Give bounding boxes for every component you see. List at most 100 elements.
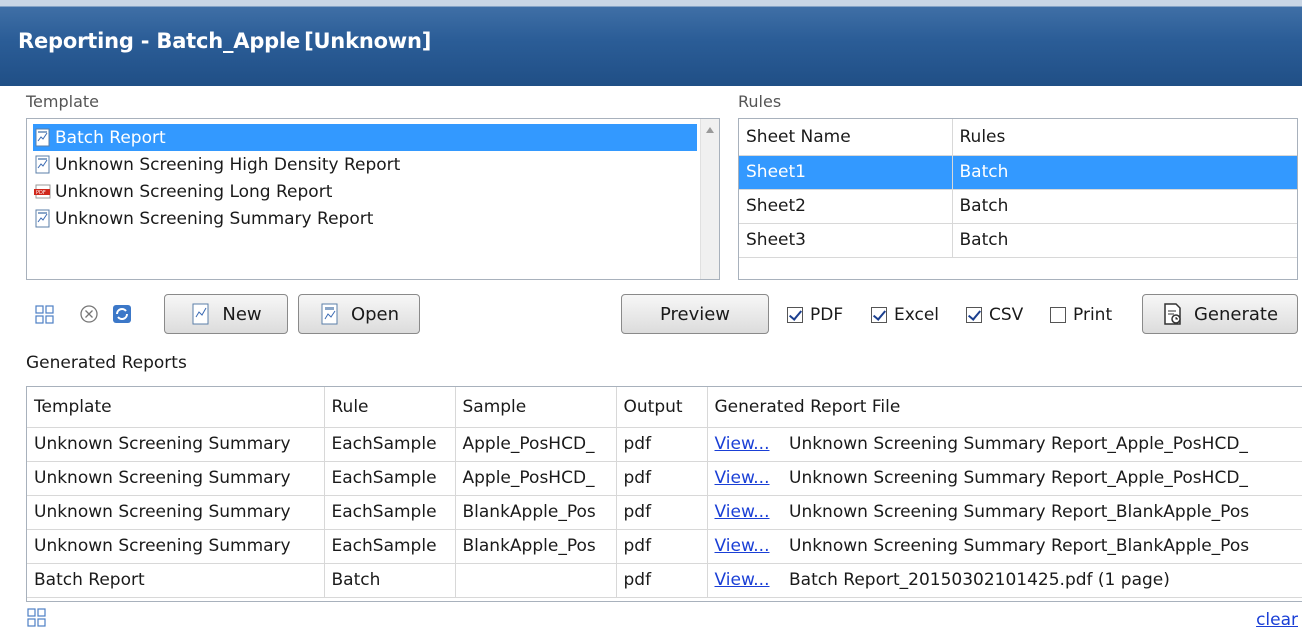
open-button[interactable]: Open	[298, 294, 420, 334]
view-cell: View...	[707, 461, 782, 496]
column-header-output[interactable]: Output	[616, 387, 708, 428]
svg-text:PDF: PDF	[36, 190, 46, 196]
output-cell[interactable]: pdf	[616, 563, 708, 598]
column-header-template[interactable]: Template	[27, 387, 325, 428]
generate-button[interactable]: Generate	[1142, 294, 1298, 334]
new-button-label: New	[222, 303, 262, 325]
output-cell[interactable]: pdf	[616, 529, 708, 564]
sheet-name-cell[interactable]: Sheet1	[739, 155, 953, 190]
template-cell[interactable]: Unknown Screening Summary	[27, 427, 325, 462]
csv-checkbox[interactable]: CSV	[966, 305, 1023, 325]
rule-cell[interactable]: EachSample	[324, 461, 456, 496]
open-button-label: Open	[350, 303, 400, 325]
sample-cell[interactable]	[455, 563, 617, 598]
template-cell[interactable]: Unknown Screening Summary	[27, 461, 325, 496]
report-doc-icon	[33, 155, 52, 174]
rule-cell[interactable]: Batch	[952, 155, 1297, 190]
pdf-checkbox-box[interactable]	[787, 307, 803, 323]
grid-icon[interactable]	[34, 301, 56, 327]
csv-checkbox-box[interactable]	[966, 307, 982, 323]
table-row[interactable]: Unknown Screening Summary EachSample Bla…	[27, 529, 1302, 564]
window-subtitle: [Unknown]	[304, 29, 432, 53]
template-cell[interactable]: Batch Report	[27, 563, 325, 598]
view-cell: View...	[707, 427, 782, 462]
table-row[interactable]: Unknown Screening Summary EachSample App…	[27, 461, 1302, 496]
excel-checkbox-box[interactable]	[871, 307, 887, 323]
pdf-checkbox[interactable]: PDF	[787, 305, 843, 325]
window-title-text: Reporting - Batch_Apple	[18, 29, 301, 53]
rule-cell[interactable]: Batch	[952, 223, 1297, 258]
rules-label: Rules	[738, 92, 782, 111]
rules-row[interactable]: Sheet1 Batch	[739, 155, 1297, 190]
view-link[interactable]: View...	[715, 468, 770, 488]
template-scrollbar[interactable]	[700, 119, 719, 279]
table-row[interactable]: Unknown Screening Summary EachSample Bla…	[27, 495, 1302, 530]
column-header-sample[interactable]: Sample	[455, 387, 617, 428]
grid-icon[interactable]	[26, 604, 48, 630]
output-cell[interactable]: pdf	[616, 427, 708, 462]
generate-button-label: Generate	[1193, 303, 1279, 325]
rule-cell[interactable]: EachSample	[324, 495, 456, 530]
report-doc-icon	[33, 209, 52, 228]
view-link[interactable]: View...	[715, 570, 770, 590]
file-cell[interactable]: Batch Report_20150302101425.pdf (1 page)	[782, 563, 1302, 598]
rules-grid[interactable]: Sheet Name Rules Sheet1 Batch Sheet2 Bat…	[738, 118, 1298, 280]
file-cell[interactable]: Unknown Screening Summary Report_BlankAp…	[782, 495, 1302, 530]
view-link[interactable]: View...	[715, 536, 770, 556]
excel-checkbox[interactable]: Excel	[871, 305, 939, 325]
file-cell[interactable]: Unknown Screening Summary Report_Apple_P…	[782, 461, 1302, 496]
output-cell[interactable]: pdf	[616, 461, 708, 496]
rules-row[interactable]: Sheet3 Batch	[739, 223, 1297, 258]
sheet-name-cell[interactable]: Sheet3	[739, 223, 953, 258]
sample-cell[interactable]: Apple_PosHCD_	[455, 427, 617, 462]
table-row[interactable]: Unknown Screening Summary EachSample App…	[27, 427, 1302, 462]
sample-cell[interactable]: BlankApple_Pos	[455, 495, 617, 530]
csv-checkbox-label: CSV	[989, 305, 1024, 325]
template-cell[interactable]: Unknown Screening Summary	[27, 495, 325, 530]
template-item-summary-report[interactable]: Unknown Screening Summary Report	[33, 205, 373, 232]
print-checkbox-box[interactable]	[1050, 307, 1066, 323]
new-button[interactable]: New	[164, 294, 288, 334]
file-cell[interactable]: Unknown Screening Summary Report_BlankAp…	[782, 529, 1302, 564]
generated-reports-table: Template Rule Sample Output Generated Re…	[27, 387, 1302, 598]
view-cell: View...	[707, 495, 782, 530]
rules-row[interactable]: Sheet2 Batch	[739, 189, 1297, 224]
remove-icon[interactable]	[78, 301, 100, 327]
rule-cell[interactable]: EachSample	[324, 427, 456, 462]
generated-reports-label: Generated Reports	[26, 353, 187, 373]
template-label: Template	[26, 92, 100, 111]
clear-link[interactable]: clear	[1256, 610, 1298, 630]
template-item-label: Unknown Screening Long Report	[55, 181, 333, 202]
rule-cell[interactable]: Batch	[952, 189, 1297, 224]
template-list[interactable]: Batch Report Unknown Screening High Dens…	[26, 118, 720, 280]
sample-cell[interactable]: BlankApple_Pos	[455, 529, 617, 564]
template-item-high-density[interactable]: Unknown Screening High Density Report	[33, 151, 400, 178]
scroll-up-icon[interactable]	[706, 127, 714, 133]
column-header-rule[interactable]: Rule	[324, 387, 456, 428]
rule-cell[interactable]: Batch	[324, 563, 456, 598]
preview-button-label: Preview	[659, 303, 731, 325]
preview-button[interactable]: Preview	[621, 294, 769, 334]
output-cell[interactable]: pdf	[616, 495, 708, 530]
view-link[interactable]: View...	[715, 502, 770, 522]
sheet-name-cell[interactable]: Sheet2	[739, 189, 953, 224]
view-cell: View...	[707, 529, 782, 564]
template-cell[interactable]: Unknown Screening Summary	[27, 529, 325, 564]
template-item-batch-report[interactable]: Batch Report	[33, 124, 697, 151]
rule-cell[interactable]: EachSample	[324, 529, 456, 564]
view-link[interactable]: View...	[715, 434, 770, 454]
column-header-sheet-name[interactable]: Sheet Name	[739, 119, 953, 156]
sample-cell[interactable]: Apple_PosHCD_	[455, 461, 617, 496]
column-header-generated-report-file[interactable]: Generated Report File	[707, 387, 1302, 428]
print-checkbox[interactable]: Print	[1050, 305, 1112, 325]
view-cell: View...	[707, 563, 782, 598]
column-header-rules[interactable]: Rules	[952, 119, 1297, 156]
file-cell[interactable]: Unknown Screening Summary Report_Apple_P…	[782, 427, 1302, 462]
template-item-label: Unknown Screening High Density Report	[55, 154, 401, 175]
table-row[interactable]: Batch Report Batch pdf View... Batch Rep…	[27, 563, 1302, 598]
pdf-icon: PDF	[33, 182, 52, 201]
refresh-icon[interactable]	[111, 301, 133, 327]
generated-reports-grid[interactable]: Template Rule Sample Output Generated Re…	[26, 386, 1302, 602]
window-title: Reporting - Batch_Apple [Unknown]	[18, 29, 431, 53]
template-item-long-report[interactable]: PDF Unknown Screening Long Report	[33, 178, 332, 205]
